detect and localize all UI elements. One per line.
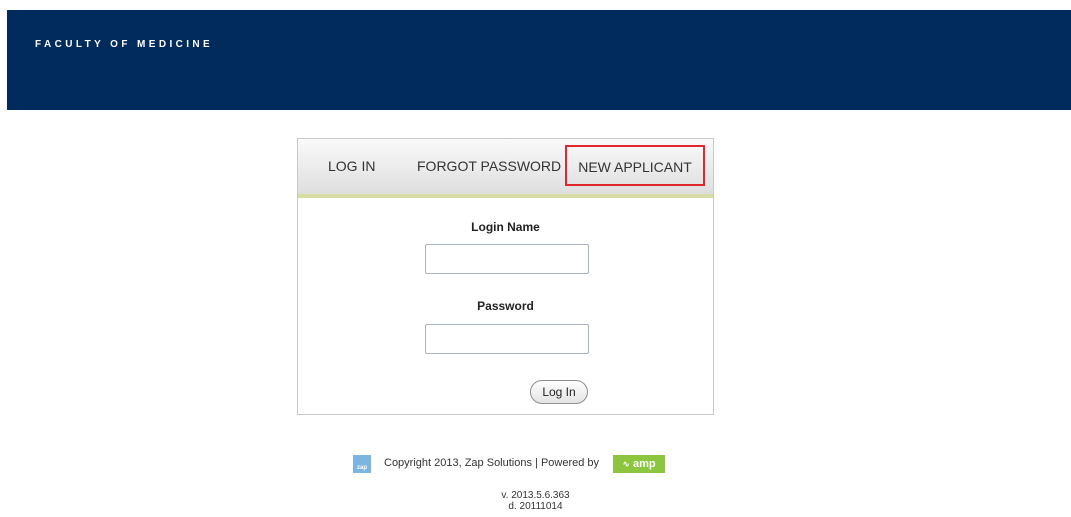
- tab-log-in[interactable]: LOG IN: [328, 139, 375, 194]
- version-number: v. 2013.5.6.363: [501, 490, 570, 501]
- faculty-title: FACULTY OF MEDICINE: [35, 39, 214, 50]
- login-name-input[interactable]: [425, 244, 589, 274]
- tab-forgot-password[interactable]: FORGOT PASSWORD: [417, 139, 561, 194]
- tab-bar: LOG IN FORGOT PASSWORD NEW APPLICANT: [298, 139, 713, 198]
- wave-icon: ∿: [622, 459, 630, 469]
- site-header: FACULTY OF MEDICINE: [7, 10, 1071, 110]
- zap-logo-icon: zap: [353, 455, 371, 473]
- login-panel: LOG IN FORGOT PASSWORD NEW APPLICANT Log…: [297, 138, 714, 415]
- login-name-label: Login Name: [471, 220, 540, 234]
- password-label: Password: [477, 299, 534, 313]
- zap-logo-text: zap: [356, 465, 367, 471]
- amp-logo-text: amp: [632, 458, 656, 470]
- tab-new-applicant[interactable]: NEW APPLICANT: [565, 145, 705, 186]
- footer: zap Copyright 2013, Zap Solutions | Powe…: [0, 455, 1071, 475]
- password-input[interactable]: [425, 324, 589, 354]
- amp-logo-icon[interactable]: ∿ amp: [613, 455, 665, 473]
- version-info: v. 2013.5.6.363 d. 20111014: [0, 490, 1071, 512]
- log-in-button[interactable]: Log In: [530, 380, 588, 404]
- copyright-text: Copyright 2013, Zap Solutions | Powered …: [384, 457, 600, 469]
- build-date: d. 20111014: [508, 501, 563, 512]
